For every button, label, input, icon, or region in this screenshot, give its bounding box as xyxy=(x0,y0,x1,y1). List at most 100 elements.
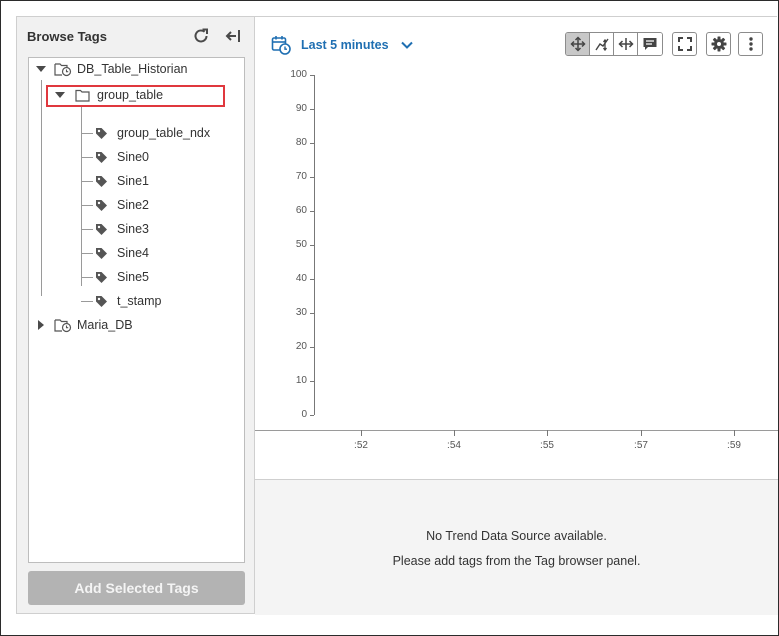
y-axis-tick xyxy=(310,381,314,382)
y-axis-tick xyxy=(310,347,314,348)
tree-connector xyxy=(81,253,93,254)
trend-legend-area: No Trend Data Source available. Please a… xyxy=(255,479,778,615)
trend-plot-area[interactable]: 100 90 80 70 60 50 40 30 20 10 0 xyxy=(255,65,778,445)
tree-node-maria-db[interactable]: Maria_DB xyxy=(29,314,244,336)
x-zoom-mode-button[interactable] xyxy=(614,33,638,55)
more-options-button[interactable] xyxy=(738,32,763,56)
y-axis-tick-label: 70 xyxy=(295,171,307,182)
y-axis-tick-label: 40 xyxy=(295,273,307,284)
y-axis-tick xyxy=(310,415,314,416)
tree-node-tag[interactable]: Sine0 xyxy=(29,146,244,168)
tag-icon xyxy=(96,296,107,307)
y-axis-tick xyxy=(310,211,314,212)
y-axis-tick xyxy=(310,279,314,280)
y-axis-tick-label: 60 xyxy=(295,205,307,216)
tree-connector xyxy=(81,181,93,182)
historian-folder-icon xyxy=(54,319,72,333)
collapse-left-icon xyxy=(225,30,240,42)
tree-node-db-table-historian[interactable]: DB_Table_Historian xyxy=(29,58,244,80)
browse-tags-panel: Browse Tags DB_Table_Historian group_tab… xyxy=(16,16,254,614)
tag-label: Sine3 xyxy=(117,222,149,236)
tree-node-tag[interactable]: t_stamp xyxy=(29,290,244,312)
collapse-panel-button[interactable] xyxy=(222,25,244,47)
tag-label: Sine5 xyxy=(117,270,149,284)
y-axis-tick xyxy=(310,143,314,144)
settings-button[interactable] xyxy=(706,32,731,56)
vertical-zoom-icon xyxy=(594,38,609,52)
tree-node-tag[interactable]: Sine2 xyxy=(29,194,244,216)
expand-caret-icon[interactable] xyxy=(38,320,44,330)
tree-connector xyxy=(81,301,93,302)
tag-icon xyxy=(96,224,107,235)
y-axis-tick-label: 50 xyxy=(295,239,307,250)
y-axis-tick-label: 80 xyxy=(295,137,307,148)
tag-icon xyxy=(96,152,107,163)
x-axis-tick xyxy=(734,430,735,436)
expand-caret-icon[interactable] xyxy=(36,66,46,72)
annotation-mode-button[interactable] xyxy=(638,33,662,55)
time-range-selector[interactable]: Last 5 minutes xyxy=(271,33,413,57)
tree-connector xyxy=(81,157,93,158)
tag-icon xyxy=(96,128,107,139)
comment-icon xyxy=(643,38,657,50)
tag-label: t_stamp xyxy=(117,294,162,308)
y-axis-tick-label: 10 xyxy=(295,375,307,386)
y-zoom-mode-button[interactable] xyxy=(590,33,614,55)
x-axis-tick-label: :54 xyxy=(447,440,461,451)
tag-icon xyxy=(96,176,107,187)
tree-node-tag[interactable]: group_table_ndx xyxy=(29,122,244,144)
panel-title: Browse Tags xyxy=(27,29,107,44)
y-axis-tick xyxy=(310,177,314,178)
tree-node-label: DB_Table_Historian xyxy=(77,62,188,76)
x-axis-tick xyxy=(361,430,362,436)
chart-mode-toolbar xyxy=(565,32,663,56)
empty-state-hint: Please add tags from the Tag browser pan… xyxy=(392,554,641,568)
pan-mode-button[interactable] xyxy=(566,33,590,55)
fullscreen-icon xyxy=(677,37,692,51)
x-axis-tick-label: :59 xyxy=(727,440,741,451)
y-axis-tick-label: 30 xyxy=(295,307,307,318)
gear-icon xyxy=(711,36,726,52)
tag-label: Sine2 xyxy=(117,198,149,212)
y-axis-tick-label: 20 xyxy=(295,341,307,352)
x-axis-tick xyxy=(641,430,642,436)
y-axis xyxy=(314,75,315,415)
time-range-label: Last 5 minutes xyxy=(301,38,389,52)
tree-node-tag[interactable]: Sine3 xyxy=(29,218,244,240)
tag-icon xyxy=(96,200,107,211)
y-axis-tick xyxy=(310,75,314,76)
x-axis-tick-label: :55 xyxy=(540,440,554,451)
chevron-down-icon[interactable] xyxy=(400,41,413,49)
tag-label: Sine1 xyxy=(117,174,149,188)
tag-label: Sine4 xyxy=(117,246,149,260)
refresh-button[interactable] xyxy=(190,25,212,47)
tree-connector xyxy=(81,133,93,134)
tree-connector xyxy=(81,205,93,206)
tree-node-tag[interactable]: Sine1 xyxy=(29,170,244,192)
y-axis-tick-label: 100 xyxy=(290,69,307,80)
x-axis-tick xyxy=(454,430,455,436)
calendar-clock-icon xyxy=(271,36,291,55)
fullscreen-button[interactable] xyxy=(672,32,697,56)
trend-panel: Last 5 minutes 100 90 80 70 60 50 40 30 … xyxy=(254,16,778,615)
tree-node-tag[interactable]: Sine4 xyxy=(29,242,244,264)
tree-node-tag[interactable]: Sine5 xyxy=(29,266,244,288)
y-axis-tick-label: 0 xyxy=(301,409,307,420)
empty-state-message: No Trend Data Source available. xyxy=(426,529,607,543)
y-axis-tick xyxy=(310,245,314,246)
selection-highlight xyxy=(46,85,225,107)
horizontal-zoom-icon xyxy=(617,38,634,50)
historian-folder-icon xyxy=(54,63,72,77)
add-selected-tags-button[interactable]: Add Selected Tags xyxy=(28,571,245,605)
tree-connector xyxy=(81,277,93,278)
y-axis-tick xyxy=(310,313,314,314)
x-axis-tick-label: :57 xyxy=(634,440,648,451)
y-axis-tick xyxy=(310,109,314,110)
kebab-menu-icon xyxy=(748,37,753,51)
tag-label: Sine0 xyxy=(117,150,149,164)
x-axis-tick-label: :52 xyxy=(354,440,368,451)
y-axis-tick-label: 90 xyxy=(295,103,307,114)
move-arrows-icon xyxy=(569,36,586,52)
tag-icon xyxy=(96,272,107,283)
x-axis xyxy=(255,430,778,431)
